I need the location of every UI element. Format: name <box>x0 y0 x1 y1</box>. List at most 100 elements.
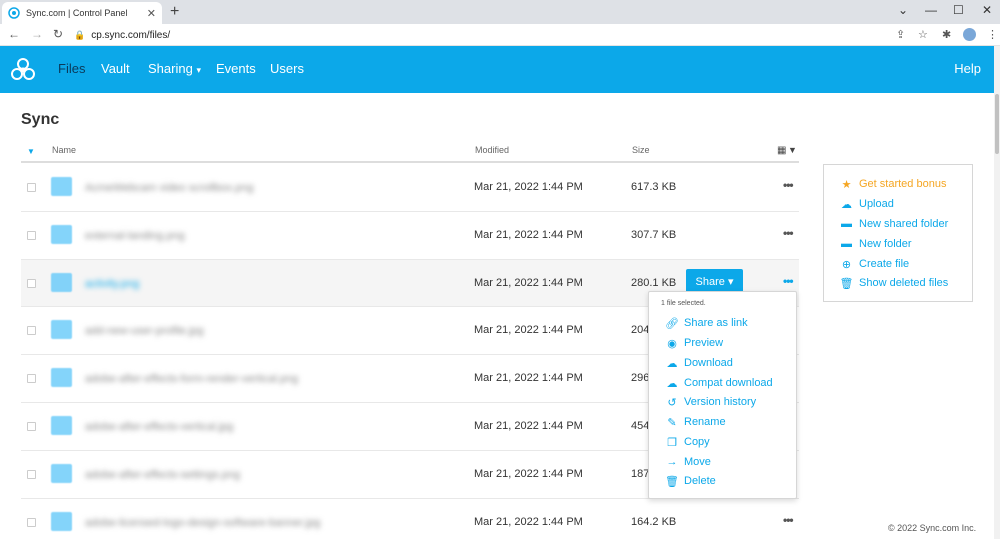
forward-icon[interactable]: → <box>31 27 43 41</box>
new-tab-button[interactable]: + <box>170 3 179 21</box>
upload-link[interactable]: ☁ Upload <box>840 196 894 212</box>
file-name[interactable]: external-landing.png <box>85 230 185 242</box>
file-name[interactable]: adobe-after-effects-form-render-vertical… <box>85 373 298 385</box>
menu-item-download[interactable]: ☁ Download <box>665 355 733 371</box>
menu-item-share-as-link[interactable]: 🔗︎ Share as link <box>665 315 748 331</box>
file-thumbnail[interactable] <box>51 415 72 435</box>
filter-icon[interactable]: ▼ <box>788 145 797 155</box>
file-size: 307.7 KB <box>631 228 677 241</box>
share-button[interactable]: Share ▾ <box>686 268 743 294</box>
row-checkbox[interactable] <box>27 278 36 288</box>
file-name[interactable]: adobe-licensed-logo-design-software-bann… <box>85 517 320 529</box>
tab-close-icon[interactable]: ✕ <box>147 7 156 20</box>
new-shared-folder-link[interactable]: ▬ New shared folder <box>840 216 948 232</box>
arrow-right-icon: → <box>666 456 678 468</box>
pencil-icon: ✎ <box>667 416 677 429</box>
menu-item-delete[interactable]: 🗑︎ Delete <box>665 473 716 489</box>
grid-view-icon[interactable]: ▦ <box>777 145 786 156</box>
sync-logo-icon[interactable] <box>10 57 36 83</box>
file-name[interactable]: activity.png <box>85 278 139 290</box>
nav-files[interactable]: Files <box>58 61 85 76</box>
menu-item-compat-download[interactable]: ☁ Compat download <box>665 375 773 391</box>
file-name[interactable]: adobe-after-effects-settings.png <box>85 469 240 481</box>
cloud-download-icon: ☁ <box>666 377 678 390</box>
more-options-icon[interactable]: ••• <box>783 274 794 288</box>
nav-events[interactable]: Events <box>216 61 256 76</box>
create-file-link[interactable]: ⊕ Create file <box>840 256 909 272</box>
minimize-icon[interactable]: — <box>925 3 937 17</box>
menu-item-rename[interactable]: ✎ Rename <box>665 414 725 430</box>
menu-item-label: Version history <box>684 396 757 408</box>
maximize-icon[interactable]: ☐ <box>953 3 964 17</box>
row-checkbox[interactable] <box>27 469 36 479</box>
browser-tab[interactable]: Sync.com | Control Panel ✕ <box>2 2 162 24</box>
file-thumbnail[interactable] <box>51 511 72 531</box>
row-checkbox[interactable] <box>27 230 36 240</box>
new-folder-link[interactable]: ▬ New folder <box>840 236 912 252</box>
header-name[interactable]: Name <box>52 145 76 155</box>
file-thumbnail[interactable] <box>51 320 72 340</box>
file-name[interactable]: adobe-after-effects-vertical.jpg <box>85 421 233 433</box>
sort-caret-icon[interactable]: ▼ <box>27 147 35 156</box>
menu-item-label: Move <box>684 456 711 468</box>
menu-item-copy[interactable]: ❐ Copy <box>665 434 710 450</box>
nav-users[interactable]: Users <box>270 61 304 76</box>
menu-item-version-history[interactable]: ↺ Version history <box>665 394 756 410</box>
link-icon: 🔗︎ <box>665 317 679 330</box>
file-thumbnail[interactable] <box>51 272 72 292</box>
file-name[interactable]: add-new-user-profile.jpg <box>85 325 204 337</box>
menu-item-label: Delete <box>684 475 716 487</box>
bookmark-star-icon[interactable]: ☆ <box>918 28 928 41</box>
file-thumbnail[interactable] <box>51 463 72 483</box>
more-options-icon[interactable]: ••• <box>783 513 794 527</box>
row-checkbox[interactable] <box>27 517 36 527</box>
profile-avatar[interactable] <box>963 28 976 41</box>
show-deleted-files-link[interactable]: 🗑︎ Show deleted files <box>840 275 949 291</box>
file-thumbnail[interactable] <box>51 224 72 244</box>
share-page-icon[interactable]: ⇪ <box>896 28 905 41</box>
nav-sharing[interactable]: Sharing ▾ <box>148 61 201 76</box>
menu-item-label: Share as link <box>684 317 748 329</box>
get-started-bonus-link[interactable]: ★ Get started bonus <box>840 176 947 192</box>
nav-vault[interactable]: Vault <box>101 61 130 76</box>
more-options-icon[interactable]: ••• <box>783 226 794 240</box>
file-size: 296 <box>631 372 650 385</box>
shared-folder-icon: ▬ <box>841 218 852 230</box>
file-thumbnail[interactable] <box>51 368 72 388</box>
star-icon: ★ <box>841 178 852 191</box>
table-row[interactable]: external-landing.png Mar 21, 2022 1:44 P… <box>21 212 799 260</box>
address-bar[interactable]: 🔒 cp.sync.com/files/ <box>74 26 924 44</box>
row-checkbox[interactable] <box>27 421 36 431</box>
back-icon[interactable]: ← <box>8 27 20 41</box>
trash-icon: 🗑︎ <box>665 475 679 488</box>
table-row[interactable]: AcmeWebcam video scrollbox.png Mar 21, 2… <box>21 164 799 212</box>
row-checkbox[interactable] <box>27 183 36 192</box>
plus-circle-icon: ⊕ <box>841 258 852 271</box>
file-size: 204 <box>631 324 650 337</box>
file-size: 454 <box>631 419 650 432</box>
tab-search-icon[interactable]: ⌄ <box>898 3 908 17</box>
row-checkbox[interactable] <box>27 326 36 336</box>
reload-icon[interactable]: ↻ <box>53 27 63 41</box>
header-size[interactable]: Size <box>632 145 650 155</box>
extensions-icon[interactable]: ✱ <box>942 28 951 41</box>
more-options-icon[interactable]: ••• <box>783 178 794 192</box>
row-checkbox[interactable] <box>27 374 36 384</box>
scrollbar-thumb[interactable] <box>995 94 999 154</box>
footer-copyright: © 2022 Sync.com Inc. <box>888 523 977 533</box>
browser-menu-icon[interactable]: ⋮ <box>987 28 998 41</box>
menu-item-preview[interactable]: ◉ Preview <box>665 335 723 351</box>
help-link[interactable]: Help <box>954 61 981 76</box>
nav-sharing-label: Sharing <box>148 61 193 76</box>
header-modified[interactable]: Modified <box>475 145 509 155</box>
file-modified: Mar 21, 2022 1:44 PM <box>474 181 583 193</box>
close-window-icon[interactable]: ✕ <box>982 3 992 17</box>
file-modified: Mar 21, 2022 1:44 PM <box>474 228 583 241</box>
file-thumbnail[interactable] <box>51 177 72 196</box>
browser-toolbar: ← → ↻ 🔒 cp.sync.com/files/ ⇪ ☆ ✱ ⋮ <box>0 24 1000 46</box>
menu-item-move[interactable]: → Move <box>665 454 711 470</box>
page-title: Sync <box>21 111 60 128</box>
file-modified: Mar 21, 2022 1:44 PM <box>474 276 583 289</box>
file-name[interactable]: AcmeWebcam video scrollbox.png <box>85 182 254 194</box>
file-size: 187 <box>631 467 650 480</box>
